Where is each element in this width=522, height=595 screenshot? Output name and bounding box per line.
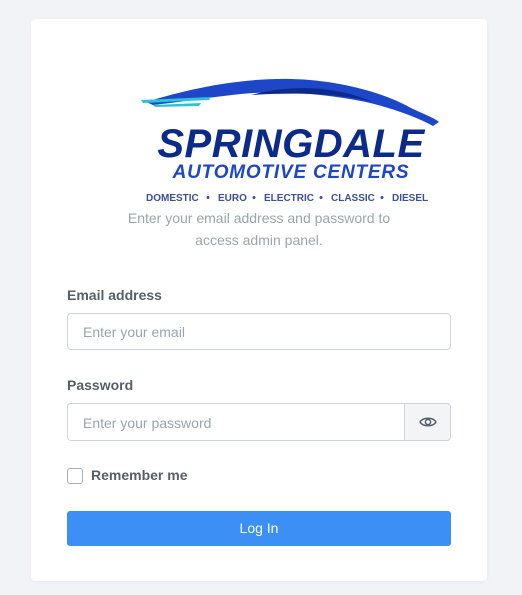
- service-separator: [319, 196, 323, 199]
- intro-text: Enter your email address and password to…: [31, 207, 487, 251]
- login-button[interactable]: Log In: [67, 511, 451, 546]
- service-diesel: DIESEL: [392, 193, 428, 204]
- service-classic: CLASSIC: [331, 193, 375, 204]
- brand-subtitle: AUTOMOTIVE CENTERS: [172, 162, 410, 183]
- password-label: Password: [67, 377, 134, 393]
- car-swoosh: [146, 78, 439, 126]
- brand-wordmark: SPRINGDALE: [157, 122, 425, 166]
- show-password-button[interactable]: [404, 403, 451, 441]
- remember-me-checkbox[interactable]: [67, 468, 83, 484]
- service-separator: [252, 196, 256, 199]
- email-label: Email address: [67, 287, 162, 303]
- intro-line-1: Enter your email address and password to: [127, 210, 391, 226]
- service-domestic: DOMESTIC: [146, 193, 199, 204]
- remember-me-label[interactable]: Remember me: [91, 467, 188, 483]
- service-separator: [380, 196, 384, 199]
- service-electric: ELECTRIC: [264, 193, 314, 204]
- springdale-logo: SPRINGDALE AUTOMOTIVE CENTERS DOMESTIC E…: [141, 78, 439, 204]
- service-euro: EURO: [218, 193, 247, 204]
- login-card: SPRINGDALE AUTOMOTIVE CENTERS DOMESTIC E…: [31, 19, 487, 581]
- email-input[interactable]: Enter your email: [67, 313, 451, 350]
- service-separator: [206, 196, 210, 199]
- intro-line-2: access admin panel.: [195, 232, 323, 248]
- eye-icon: [418, 417, 437, 427]
- password-input[interactable]: Enter your password: [67, 403, 405, 441]
